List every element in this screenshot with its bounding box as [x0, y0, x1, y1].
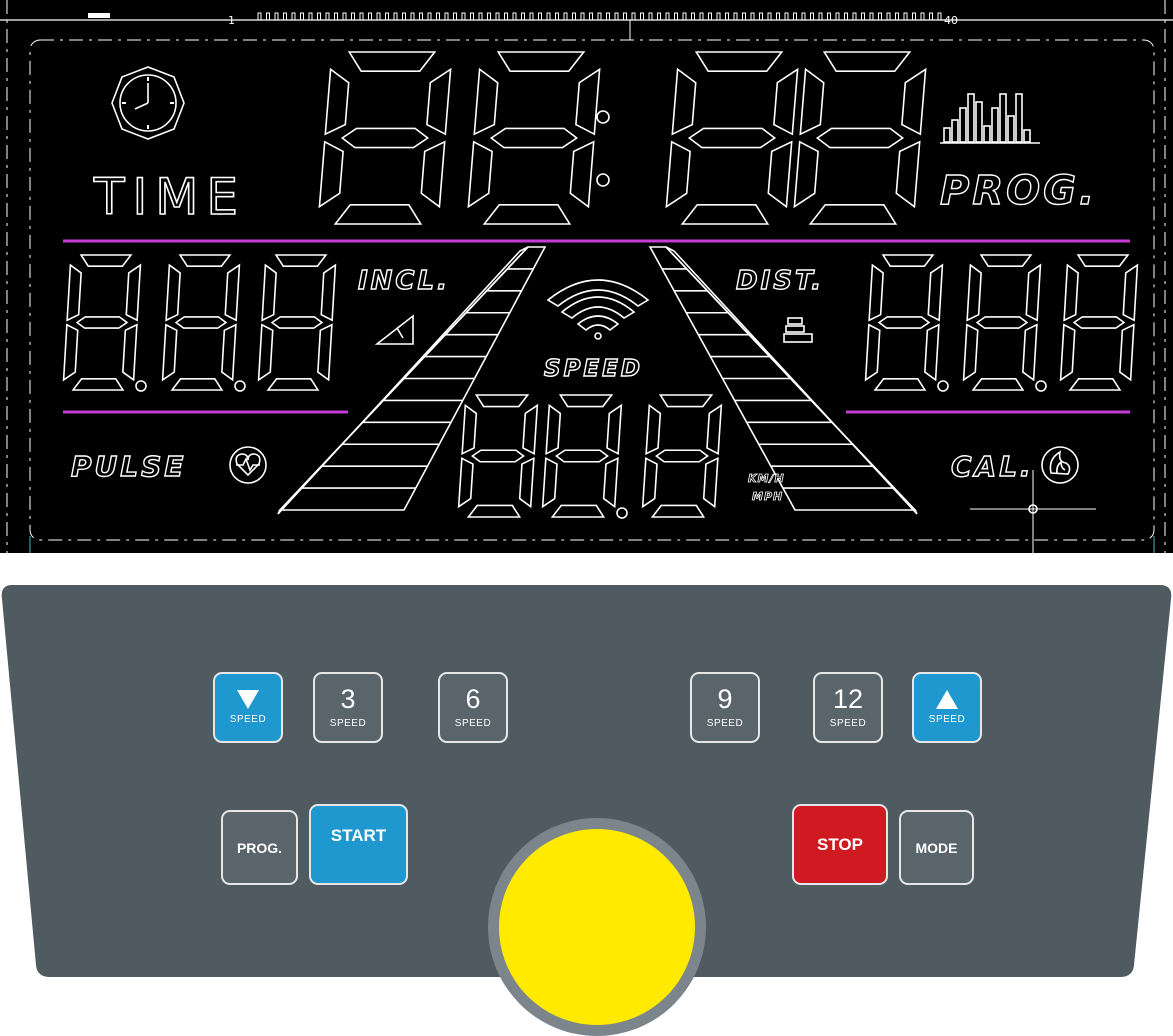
ruler-end-label: 40 — [944, 14, 958, 27]
speed-9-button[interactable]: 9 SPEED — [690, 672, 760, 743]
segment-digit — [62, 254, 147, 392]
program-label: PROG. — [939, 167, 1098, 214]
mode-button-label: MODE — [915, 839, 958, 856]
incline-label: INCL. — [357, 265, 450, 296]
distance-label: DIST. — [735, 265, 825, 296]
segment-digit — [457, 394, 539, 518]
segment-digit — [1059, 254, 1139, 391]
stop-button[interactable]: STOP — [792, 804, 888, 885]
arrow-up-icon — [936, 690, 958, 709]
time-label: TIME — [93, 167, 247, 227]
segment-digit — [161, 254, 246, 392]
unit-mph-label: MPH — [752, 490, 784, 504]
mode-button[interactable]: MODE — [899, 810, 974, 885]
unit-kmh-label: KM/H — [748, 472, 785, 486]
lcd-display: 1 40 TIME PROG. INCL. DIST. SPEED PULSE … — [0, 0, 1173, 553]
segment-digit — [257, 254, 337, 391]
ruler — [0, 12, 1173, 21]
colon-dot — [596, 110, 610, 124]
speed-6-button[interactable]: 6 SPEED — [438, 672, 508, 743]
speed-9-sublabel: SPEED — [706, 718, 744, 729]
clock-icon — [111, 66, 185, 140]
speed-label: SPEED — [543, 355, 643, 382]
incline-icon — [374, 314, 414, 345]
speed-9-value: 9 — [717, 684, 733, 714]
speed-up-button[interactable]: SPEED — [912, 672, 982, 743]
speed-6-value: 6 — [465, 684, 481, 714]
distance-icon — [783, 317, 813, 343]
speed-12-value: 12 — [832, 684, 864, 714]
arrow-down-icon — [237, 690, 259, 709]
speed-3-button[interactable]: 3 SPEED — [313, 672, 383, 743]
emergency-stop-button[interactable] — [499, 829, 695, 1025]
program-bars-icon — [940, 93, 1040, 144]
segment-digit — [962, 254, 1047, 392]
speed-3-sublabel: SPEED — [329, 718, 367, 729]
speed-12-sublabel: SPEED — [829, 718, 867, 729]
pulse-label: PULSE — [70, 449, 187, 483]
program-button[interactable]: PROG. — [221, 810, 298, 885]
start-button[interactable]: START — [309, 804, 408, 885]
colon-dot — [596, 173, 610, 187]
start-button-label: START — [330, 825, 387, 845]
speed-down-button[interactable]: SPEED — [213, 672, 283, 743]
segment-digit — [665, 51, 799, 225]
segment-digit — [864, 254, 949, 392]
speed-3-value: 3 — [340, 684, 356, 714]
speed-6-sublabel: SPEED — [454, 718, 492, 729]
calorie-icon — [1041, 446, 1079, 484]
speed-12-button[interactable]: 12 SPEED — [813, 672, 883, 743]
stop-button-label: STOP — [817, 834, 863, 854]
speed-wave-icon — [546, 279, 650, 340]
segment-digit — [541, 394, 628, 519]
calorie-label: CAL. — [950, 449, 1034, 483]
program-button-label: PROG. — [236, 839, 283, 856]
segment-digit — [793, 51, 927, 225]
speed-up-sublabel: SPEED — [928, 714, 966, 725]
control-panel: SPEED 3 SPEED 6 SPEED 9 SPEED 12 SPEED S… — [0, 585, 1173, 1036]
heart-icon — [229, 446, 267, 484]
segment-digit — [318, 51, 452, 225]
segment-digit — [641, 394, 723, 518]
ruler-start-label: 1 — [228, 14, 235, 27]
speed-down-sublabel: SPEED — [229, 714, 267, 725]
segment-digit — [467, 51, 601, 225]
